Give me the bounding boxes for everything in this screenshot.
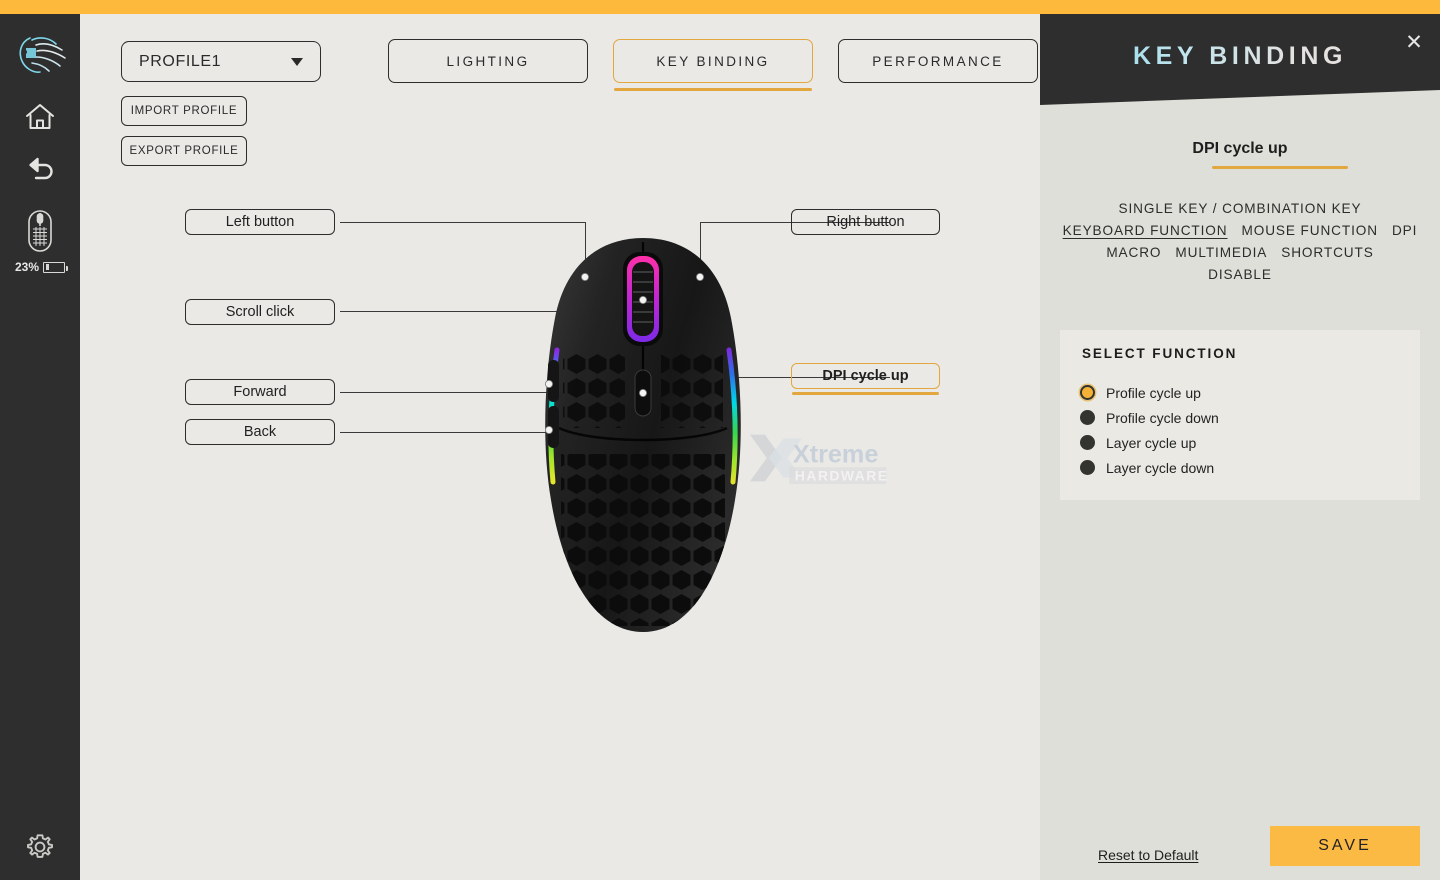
category-shortcuts[interactable]: SHORTCUTS xyxy=(1281,245,1373,260)
callout-right-button[interactable]: Right button xyxy=(791,209,940,235)
function-option-label: Layer cycle down xyxy=(1106,459,1215,476)
glorious-logo xyxy=(12,28,68,80)
sidebar: 23% xyxy=(0,14,80,880)
mouse-diagram: Xtreme HARDWARE Left button Scroll click… xyxy=(80,14,1040,880)
main-content: PROFILE1 IMPORT PROFILE EXPORT PROFILE L… xyxy=(80,14,1040,880)
mouse-illustration xyxy=(545,238,741,632)
sidebar-item-home[interactable] xyxy=(0,92,80,142)
category-multimedia[interactable]: MULTIMEDIA xyxy=(1175,245,1267,260)
category-single-key[interactable]: SINGLE KEY / COMBINATION KEY xyxy=(1054,201,1426,216)
callout-back[interactable]: Back xyxy=(185,419,335,445)
category-mouse-function[interactable]: MOUSE FUNCTION xyxy=(1242,223,1378,238)
close-icon[interactable]: ✕ xyxy=(1399,27,1429,57)
gear-icon xyxy=(25,832,55,862)
watermark-line2: HARDWARE xyxy=(795,467,889,483)
battery-icon xyxy=(43,261,69,273)
sidebar-item-undo[interactable] xyxy=(0,142,80,192)
sidebar-item-device[interactable] xyxy=(0,202,80,260)
panel-title: KEY BINDING xyxy=(1040,42,1440,71)
battery-fill xyxy=(45,264,50,270)
home-icon xyxy=(24,102,56,132)
current-binding-name: DPI cycle up xyxy=(1192,140,1288,157)
function-option-layer-cycle-down[interactable]: Layer cycle down xyxy=(1080,455,1400,480)
callout-scroll-click[interactable]: Scroll click xyxy=(185,299,335,325)
radio-icon-selected[interactable] xyxy=(1080,385,1095,400)
category-keyboard-function[interactable]: KEYBOARD FUNCTION xyxy=(1063,223,1228,238)
function-option-label: Layer cycle up xyxy=(1106,434,1197,451)
function-option-list: Profile cycle up Profile cycle down Laye… xyxy=(1080,380,1400,480)
function-option-profile-cycle-up[interactable]: Profile cycle up xyxy=(1080,380,1400,405)
battery-status: 23% xyxy=(0,260,80,274)
category-macro[interactable]: MACRO xyxy=(1106,245,1161,260)
category-list: SINGLE KEY / COMBINATION KEY KEYBOARD FU… xyxy=(1054,201,1426,282)
callout-forward[interactable]: Forward xyxy=(185,379,335,405)
radio-icon[interactable] xyxy=(1080,460,1095,475)
sidebar-item-settings[interactable] xyxy=(0,822,80,872)
callout-left-button[interactable]: Left button xyxy=(185,209,335,235)
callout-dpi-cycle-up[interactable]: DPI cycle up xyxy=(791,363,940,395)
select-function-card: SELECT FUNCTION Profile cycle up Profile… xyxy=(1060,330,1420,500)
function-option-layer-cycle-up[interactable]: Layer cycle up xyxy=(1080,430,1400,455)
top-accent-bar xyxy=(0,0,1440,14)
category-dpi[interactable]: DPI xyxy=(1392,223,1417,238)
watermark-line1: Xtreme xyxy=(793,441,878,469)
save-button[interactable]: SAVE xyxy=(1270,826,1420,866)
undo-icon xyxy=(24,152,56,182)
function-option-label: Profile cycle down xyxy=(1106,409,1219,426)
app-root: 23% PROFILE1 IMPORT PROFILE EXPORT PROFI… xyxy=(0,0,1440,880)
mouse-device-icon xyxy=(25,209,55,253)
radio-icon[interactable] xyxy=(1080,410,1095,425)
function-option-label: Profile cycle up xyxy=(1106,384,1201,401)
key-binding-panel: KEY BINDING ✕ DPI cycle up SINGLE KEY / … xyxy=(1040,14,1440,880)
radio-icon[interactable] xyxy=(1080,435,1095,450)
battery-percent-label: 23% xyxy=(14,260,40,274)
function-option-profile-cycle-down[interactable]: Profile cycle down xyxy=(1080,405,1400,430)
category-disable[interactable]: DISABLE xyxy=(1054,267,1426,282)
current-binding-underline xyxy=(1212,166,1348,169)
leader-left-button xyxy=(340,222,585,223)
select-function-title: SELECT FUNCTION xyxy=(1082,346,1238,361)
reset-to-default-link[interactable]: Reset to Default xyxy=(1098,847,1198,863)
